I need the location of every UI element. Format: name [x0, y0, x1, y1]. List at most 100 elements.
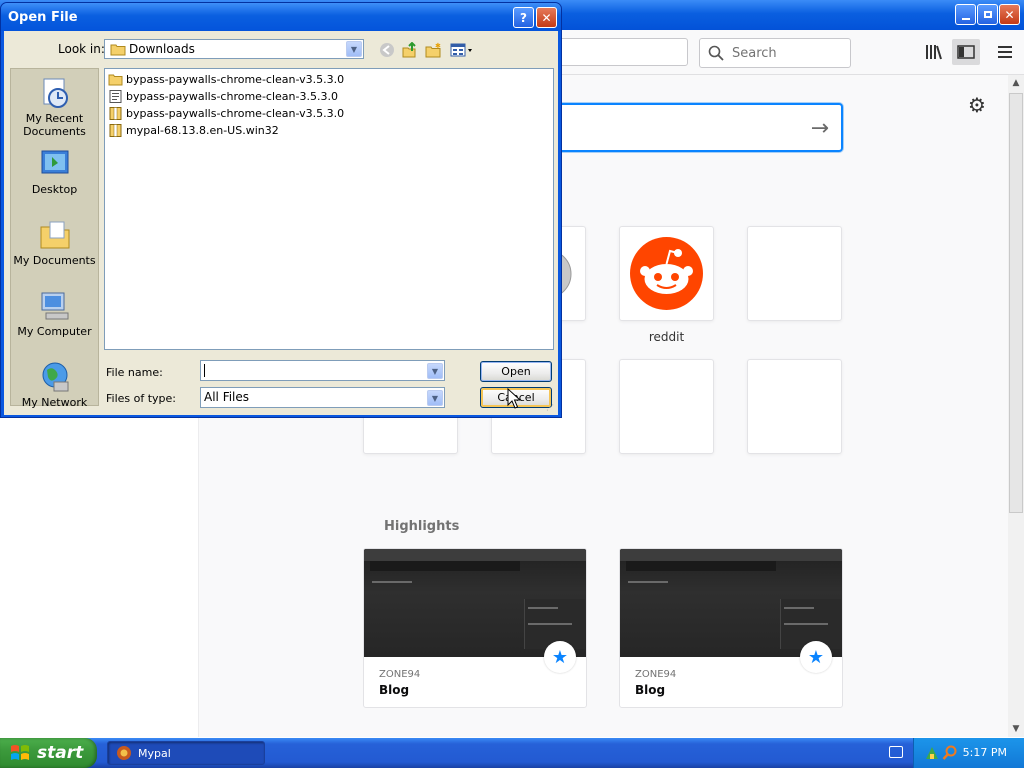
- new-folder-button[interactable]: ✱: [424, 41, 442, 59]
- place-desktop[interactable]: Desktop: [11, 147, 98, 196]
- highlight-card[interactable]: ★ ZONE94 Blog: [363, 548, 587, 708]
- up-folder-button[interactable]: [401, 41, 419, 59]
- mypal-app-icon: [117, 746, 131, 760]
- list-item[interactable]: bypass-paywalls-chrome-clean-v3.5.3.0: [108, 71, 344, 87]
- empty-tile[interactable]: [747, 226, 842, 321]
- chevron-down-icon[interactable]: ▼: [427, 363, 443, 379]
- hamburger-menu-icon: [998, 46, 1012, 58]
- highlight-thumbnail: [620, 549, 842, 657]
- minimize-button[interactable]: [955, 4, 976, 25]
- search-bar[interactable]: Search: [699, 38, 851, 68]
- pinned-star-icon: ★: [544, 641, 576, 673]
- library-icon: [926, 45, 942, 60]
- my-documents-icon: [38, 218, 72, 252]
- resize-grip-icon[interactable]: ⋰: [546, 403, 556, 413]
- list-item[interactable]: bypass-paywalls-chrome-clean-3.5.3.0: [108, 88, 338, 104]
- place-my-recent-documents[interactable]: My Recent Documents: [11, 76, 98, 138]
- file-name: bypass-paywalls-chrome-clean-v3.5.3.0: [126, 106, 345, 120]
- url-bar[interactable]: [540, 38, 688, 66]
- network-tray-icon[interactable]: [924, 745, 940, 761]
- open-file-dialog: Open File ? ✕ Look in: Downloads ▼ ✱ My …: [0, 2, 562, 418]
- view-grid-icon: [450, 43, 472, 57]
- customize-gear-button[interactable]: ⚙: [966, 93, 988, 117]
- place-my-network[interactable]: My Network: [11, 360, 98, 409]
- place-my-computer[interactable]: My Computer: [11, 289, 98, 338]
- place-my-documents[interactable]: My Documents: [11, 218, 98, 267]
- file-name: bypass-paywalls-chrome-clean-v3.5.3.0: [126, 72, 345, 86]
- keyboard-language-icon[interactable]: [889, 746, 903, 758]
- files-of-type-dropdown[interactable]: All Files ▼: [200, 387, 445, 408]
- taskbar: start Mypal 5:17 PM: [0, 738, 1024, 768]
- scrollbar-thumb[interactable]: [1009, 93, 1023, 513]
- highlight-domain: ZONE94: [379, 669, 421, 680]
- file-name: mypal-68.13.8.en-US.win32: [126, 123, 279, 137]
- file-name-input[interactable]: ▼: [200, 360, 445, 381]
- place-label: My Recent Documents: [23, 112, 86, 138]
- system-tray: 5:17 PM: [913, 738, 1024, 768]
- chevron-down-icon[interactable]: ▼: [346, 41, 362, 57]
- taskbar-item-mypal[interactable]: Mypal: [107, 741, 265, 765]
- highlight-title: Blog: [635, 683, 666, 697]
- chevron-down-icon[interactable]: ▼: [427, 390, 443, 406]
- recent-documents-icon: [38, 76, 72, 110]
- newtab-search-box[interactable]: →: [540, 103, 843, 152]
- text-cursor: [204, 364, 205, 377]
- scroll-up-icon[interactable]: ▲: [1010, 77, 1022, 89]
- arrow-right-icon: →: [810, 116, 829, 141]
- top-site-tile-reddit[interactable]: [619, 226, 714, 321]
- menu-button[interactable]: [995, 42, 1015, 62]
- dialog-close-button[interactable]: ✕: [536, 7, 557, 28]
- minimize-icon: [961, 17, 970, 20]
- look-in-value: Downloads: [129, 42, 195, 56]
- highlight-thumbnail: [364, 549, 586, 657]
- mouse-pointer-icon: [507, 388, 521, 409]
- place-label: My Network: [21, 396, 88, 409]
- highlight-card[interactable]: ★ ZONE94 Blog: [619, 548, 843, 708]
- file-list[interactable]: bypass-paywalls-chrome-clean-v3.5.3.0 by…: [104, 68, 554, 350]
- file-name-label: File name:: [106, 366, 163, 379]
- look-in-dropdown[interactable]: Downloads ▼: [104, 39, 364, 59]
- list-item[interactable]: mypal-68.13.8.en-US.win32: [108, 122, 279, 138]
- desktop-icon: [38, 147, 72, 181]
- library-button[interactable]: [924, 42, 944, 62]
- search-placeholder: Search: [732, 45, 777, 61]
- place-label: My Computer: [17, 325, 92, 338]
- view-menu-button[interactable]: [450, 41, 474, 59]
- highlight-title: Blog: [379, 683, 410, 697]
- zip-archive-icon: [109, 106, 122, 120]
- open-button[interactable]: Open: [480, 361, 552, 382]
- dialog-body: Look in: Downloads ▼ ✱ My Recent Documen…: [4, 31, 558, 415]
- gear-icon: ⚙: [968, 93, 986, 117]
- folder-icon: [108, 74, 123, 85]
- document-icon: [109, 89, 122, 103]
- reddit-logo-icon: [630, 237, 703, 310]
- search-tray-icon[interactable]: [942, 745, 958, 761]
- taskbar-item-label: Mypal: [138, 746, 171, 760]
- scroll-down-icon[interactable]: ▼: [1010, 723, 1022, 735]
- windows-logo-icon: [11, 745, 29, 760]
- zip-archive-icon: [109, 123, 122, 137]
- help-button[interactable]: ?: [513, 7, 534, 28]
- up-folder-icon: [402, 42, 416, 58]
- files-of-type-label: Files of type:: [106, 392, 177, 405]
- clock: 5:17 PM: [962, 746, 1007, 759]
- back-button[interactable]: [378, 41, 396, 59]
- highlight-domain: ZONE94: [635, 669, 677, 680]
- list-item[interactable]: bypass-paywalls-chrome-clean-v3.5.3.0: [108, 105, 344, 121]
- sidebar-icon: [957, 45, 975, 59]
- sidebar-toggle-button[interactable]: [952, 39, 980, 65]
- empty-tile[interactable]: [619, 359, 714, 454]
- empty-tile[interactable]: [747, 359, 842, 454]
- help-icon: ?: [520, 10, 527, 25]
- files-of-type-value: All Files: [204, 390, 250, 404]
- start-button[interactable]: start: [0, 738, 97, 768]
- dialog-title: Open File: [8, 10, 78, 25]
- restore-button[interactable]: [977, 4, 998, 25]
- browser-close-button[interactable]: ✕: [999, 4, 1020, 25]
- place-label: Desktop: [31, 183, 78, 196]
- dialog-titlebar: Open File ? ✕: [1, 3, 561, 31]
- search-icon: [708, 45, 724, 61]
- places-bar: My Recent Documents Desktop My Documents…: [10, 68, 99, 409]
- look-in-label: Look in:: [58, 42, 105, 56]
- page-scrollbar[interactable]: ▲ ▼: [1008, 75, 1024, 737]
